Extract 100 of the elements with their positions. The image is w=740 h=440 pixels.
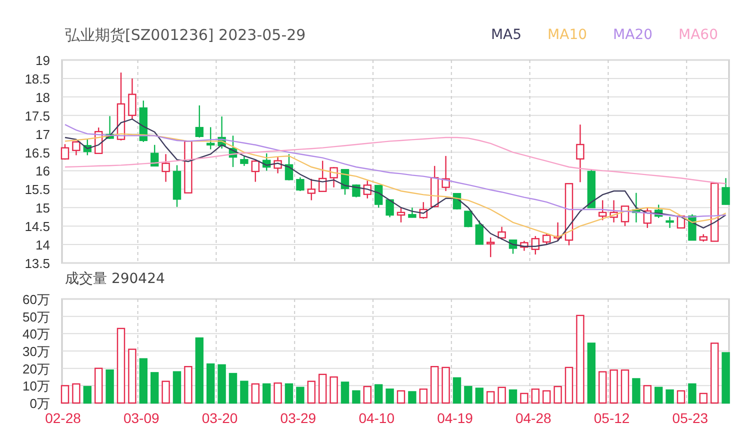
volume-bar: [352, 390, 360, 404]
volume-bar: [284, 383, 294, 404]
volume-bar: [587, 342, 596, 404]
candlestick: [139, 100, 148, 142]
volume-bar: [150, 372, 159, 404]
volume-bar: [172, 371, 182, 404]
volume-bar: [688, 383, 696, 404]
candlestick: [587, 170, 596, 208]
candlestick: [318, 160, 327, 192]
axis-label: 14.5: [24, 219, 50, 234]
axis-label: 04-10: [358, 410, 394, 426]
candlestick: [722, 178, 730, 205]
candlestick: [251, 160, 260, 182]
axis-label: 04-19: [437, 410, 473, 426]
candlestick: [184, 140, 192, 194]
volume-bar: [475, 388, 484, 404]
axis-label: 20万: [22, 361, 50, 376]
volume-bar: [184, 366, 192, 404]
volume-bar: [564, 366, 574, 404]
candlestick: [442, 156, 450, 192]
candlestick: [419, 202, 428, 219]
candlestick: [374, 184, 383, 208]
volume-bar: [396, 390, 406, 404]
candlestick: [240, 156, 248, 166]
candlestick: [610, 200, 618, 222]
candlestick: [632, 192, 640, 222]
axis-label: 05-12: [594, 410, 630, 426]
volume-bar: [218, 364, 226, 404]
candlestick: [116, 72, 126, 140]
legend-label: MA10: [548, 26, 588, 45]
candlestick: [72, 141, 80, 156]
candlestick: [60, 144, 70, 160]
candlestick: [228, 136, 238, 168]
candlestick: [340, 169, 350, 195]
candlestick: [296, 177, 304, 192]
volume-bar: [632, 378, 640, 404]
candlestick: [262, 153, 271, 171]
volume-bar: [676, 390, 686, 404]
volume-bar: [508, 389, 518, 404]
candlestick: [274, 157, 282, 174]
volume-bar: [486, 391, 495, 404]
candlestick: [307, 178, 316, 200]
volume-bar: [620, 369, 630, 404]
volume-bar: [386, 388, 394, 404]
volume-bar: [654, 386, 663, 404]
candlestick: [486, 238, 495, 258]
candlestick: [598, 200, 607, 220]
axis-label: 16: [36, 164, 50, 179]
candlestick: [430, 166, 439, 208]
candlestick: [83, 138, 92, 156]
volume-bar: [106, 369, 114, 404]
candlestick: [396, 208, 406, 222]
axis-label: 19: [36, 53, 50, 68]
volume-bar: [274, 382, 282, 404]
volume-bar: [710, 342, 719, 404]
volume-bar: [251, 383, 260, 404]
candlestick: [520, 240, 528, 251]
axis-label: 18.5: [24, 71, 50, 86]
candlestick: [542, 233, 551, 245]
axis-label: 0万: [30, 396, 50, 411]
candlestick: [576, 124, 584, 182]
candlestick: [206, 127, 215, 150]
axis-label: 50万: [22, 309, 50, 324]
volume-bar: [498, 386, 506, 404]
volume-bar: [542, 390, 551, 404]
axis-label: 13.5: [24, 256, 50, 270]
volume-bar: [72, 383, 80, 404]
candlestick: [218, 116, 226, 149]
volume-bar: [128, 348, 136, 404]
candlestick: [666, 216, 674, 228]
volume-bar: [318, 374, 327, 404]
volume-bar: [363, 386, 372, 404]
axis-label: 17: [36, 126, 50, 142]
candlestick: [172, 165, 182, 207]
candlestick: [150, 144, 159, 167]
axis-label: 60万: [22, 292, 50, 307]
volume-bar: [206, 363, 215, 404]
candlestick: [363, 180, 372, 198]
candlestick: [699, 234, 708, 242]
volume-bar: [139, 358, 148, 404]
volume-bar: [598, 371, 607, 404]
volume-bar: [330, 376, 338, 404]
volume-bar: [307, 380, 316, 404]
axis-label: 02-28: [45, 410, 81, 426]
volume-bar: [442, 366, 450, 404]
volume-bar: [94, 368, 103, 404]
volume-bar: [610, 369, 618, 404]
candlestick: [162, 154, 170, 182]
volume-bar: [262, 383, 271, 404]
candlestick: [508, 240, 518, 254]
axis-label: 03-20: [202, 410, 238, 426]
candlestick: [195, 105, 204, 138]
axis-label: 30万: [22, 344, 50, 359]
volume-bar: [643, 385, 652, 404]
volume-bar: [162, 380, 170, 404]
volume-bar: [419, 388, 428, 404]
candlestick: [531, 236, 540, 254]
axis-label: 16.5: [24, 145, 50, 160]
candlestick: [554, 222, 562, 241]
axis-label: 15.5: [24, 182, 50, 198]
